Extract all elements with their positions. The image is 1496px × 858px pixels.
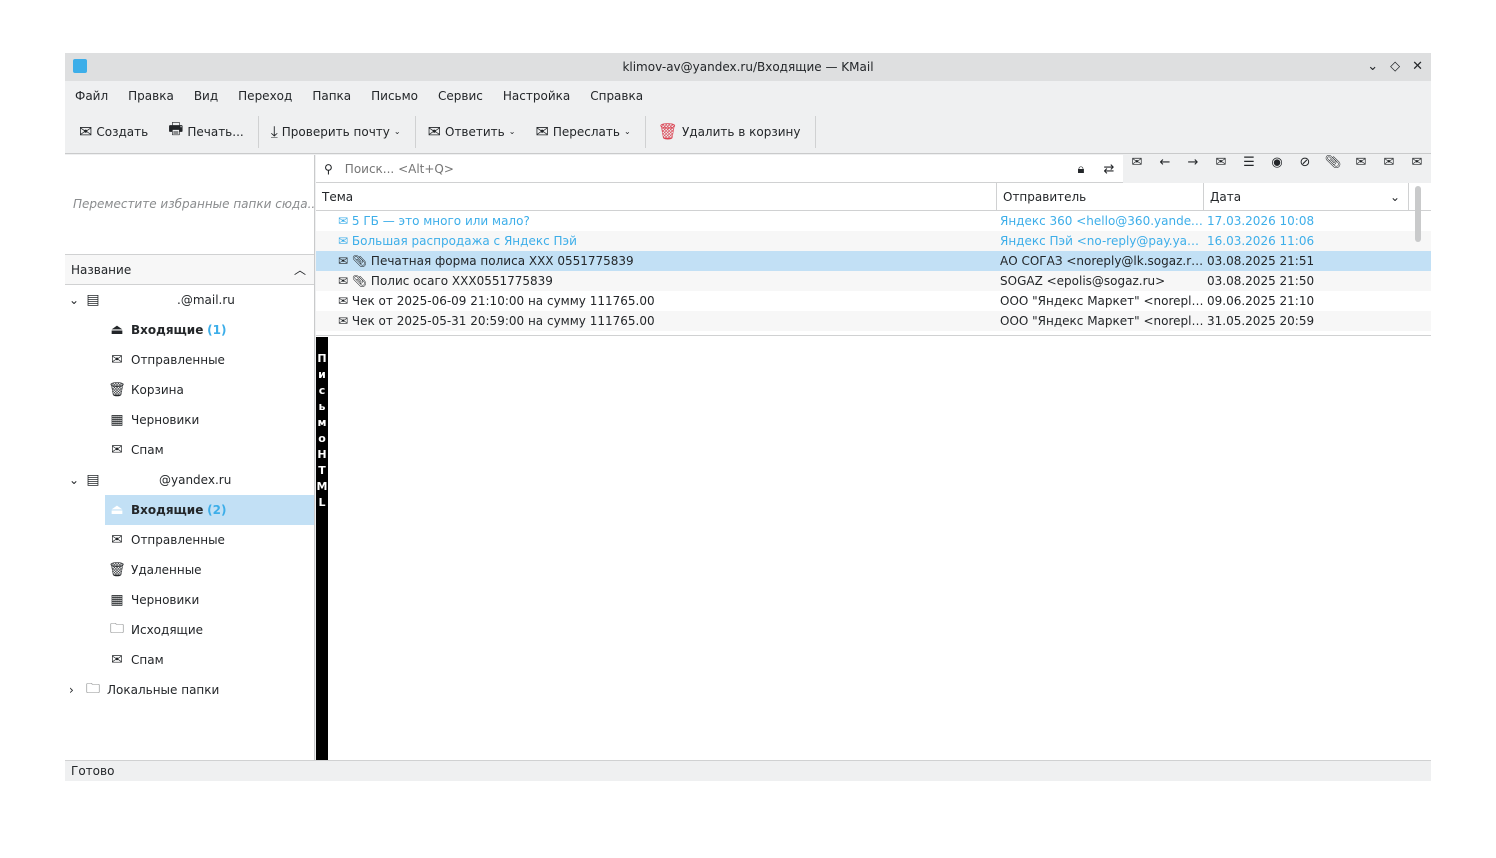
menu-help[interactable]: Справка: [590, 89, 643, 103]
search-icon: ⚲: [324, 161, 333, 176]
window-title: klimov-av@yandex.ru/Входящие — KMail: [622, 60, 874, 74]
new-mail-icon: ✉: [79, 122, 93, 141]
message-row[interactable]: ✉ 5 ГБ — это много или мало? Яндекс 360 <…: [316, 211, 1431, 231]
message-list: ✉ 5 ГБ — это много или мало? Яндекс 360 <…: [316, 211, 1431, 331]
favorites-hint: Переместите избранные папки сюда...: [65, 155, 314, 255]
column-sender[interactable]: Отправитель: [997, 183, 1204, 210]
kmail-window: klimov-av@yandex.ru/Входящие — KMail ⌄ ◇ ✕…: [65, 53, 1431, 781]
unread-filter-icon[interactable]: ✉: [1123, 155, 1151, 183]
title-bar: klimov-av@yandex.ru/Входящие — KMail ⌄ ◇ ✕: [65, 53, 1431, 81]
replied-filter-icon[interactable]: ←: [1151, 155, 1179, 183]
folder-sent[interactable]: ✉ Отправленные: [65, 525, 314, 555]
column-subject[interactable]: Тема: [316, 183, 997, 210]
account-icon: ▤: [86, 472, 100, 488]
chevron-down-icon[interactable]: ⌄: [69, 473, 83, 487]
close-button[interactable]: ✕: [1412, 53, 1423, 81]
message-row[interactable]: ✉ Чек от 2025-05-31 20:59:00 на сумму 11…: [316, 311, 1431, 331]
drafts-icon: ▦: [110, 592, 124, 608]
ignored-filter-icon[interactable]: ⊘: [1291, 155, 1319, 183]
print-button[interactable]: 🖶 Печать...: [168, 118, 243, 145]
folder-inbox-selected[interactable]: ⏏ Входящие (2): [105, 495, 314, 525]
trash-icon: 🗑: [108, 382, 126, 398]
folder-column-header[interactable]: Название ︿: [65, 255, 314, 285]
inbox-icon: ⏏: [110, 322, 124, 338]
watched-filter-icon[interactable]: ◉: [1263, 155, 1291, 183]
invitation-filter-icon[interactable]: ✉: [1347, 155, 1375, 183]
chevron-down-icon: ⌄: [1389, 190, 1400, 204]
delete-button[interactable]: 🗑 Удалить в корзину: [658, 122, 801, 141]
folder-icon: 🗀: [86, 681, 100, 697]
account-mail-ru[interactable]: ⌄ ▤ .@mail.ru: [65, 285, 314, 315]
create-button[interactable]: ✉ Создать: [79, 122, 148, 141]
menu-go[interactable]: Переход: [238, 89, 292, 103]
trash-icon: 🗑: [657, 122, 678, 141]
drafts-icon: ▦: [110, 412, 124, 428]
html-message-indicator: Письмо HTML: [316, 337, 328, 760]
folder-deleted[interactable]: 🗑 Удаленные: [65, 555, 314, 585]
forwarded-filter-icon[interactable]: →: [1179, 155, 1207, 183]
search-input[interactable]: [344, 161, 945, 176]
status-bar: Готово: [65, 760, 1431, 781]
local-folders[interactable]: › 🗀 Локальные папки: [65, 675, 314, 705]
kmail-app-icon: [73, 59, 87, 73]
message-pane: ⚲ 🔒︎⇄ ✉←→✉☰◉⊘📎︎✉✉✉ Тема Отправитель Дата…: [316, 155, 1431, 760]
filter-options-icon[interactable]: ⇄: [1095, 162, 1123, 177]
spam-icon: ✉: [111, 442, 123, 458]
folder-drafts[interactable]: ▦ Черновики: [65, 405, 314, 435]
sent-icon: ✉: [111, 532, 123, 548]
printer-icon: 🖶: [168, 119, 184, 138]
account-yandex-ru[interactable]: ⌄ ▤ @yandex.ru: [65, 465, 314, 495]
ham-filter-icon[interactable]: ✉: [1403, 155, 1431, 183]
check-mail-button[interactable]: ⤓ Проверить почту ⌄: [271, 122, 401, 142]
important-filter-icon[interactable]: ✉: [1207, 155, 1235, 183]
menu-file[interactable]: Файл: [75, 89, 108, 103]
minimize-button[interactable]: ⌄: [1367, 53, 1378, 81]
lock-icon[interactable]: 🔒︎: [1067, 162, 1095, 177]
menu-edit[interactable]: Правка: [128, 89, 174, 103]
menu-settings[interactable]: Настройка: [503, 89, 570, 103]
forward-icon: ✉: [535, 122, 549, 141]
message-row[interactable]: ✉ Большая распродажа с Яндекс Пэй Яндекс …: [316, 231, 1431, 251]
spam-filter-icon[interactable]: ✉: [1375, 155, 1403, 183]
menu-view[interactable]: Вид: [194, 89, 218, 103]
folder-inbox[interactable]: ⏏ Входящие (1): [65, 315, 314, 345]
folder-outbox[interactable]: 🗀 Исходящие: [65, 615, 314, 645]
folder-pane: Переместите избранные папки сюда... Назв…: [65, 155, 315, 760]
spam-icon: ✉: [111, 652, 123, 668]
inbox-download-icon: ⤓: [270, 121, 278, 141]
account-icon: ▤: [86, 292, 100, 308]
menu-folder[interactable]: Папка: [312, 89, 351, 103]
chevron-right-icon[interactable]: ›: [69, 683, 83, 697]
message-list-scrollbar[interactable]: [1415, 186, 1421, 242]
reply-icon: ✉: [427, 122, 441, 141]
sent-icon: ✉: [111, 352, 123, 368]
menu-tools[interactable]: Сервис: [438, 89, 483, 103]
folder-icon: 🗀: [110, 621, 124, 637]
toolbar: ✉ Создать 🖶 Печать... ⤓ Проверить почту ⌄ ✉ О…: [65, 110, 1431, 154]
folder-spam[interactable]: ✉ Спам: [65, 645, 314, 675]
action-item-filter-icon[interactable]: ☰: [1235, 155, 1263, 183]
maximize-button[interactable]: ◇: [1390, 53, 1400, 81]
forward-button[interactable]: ✉ Переслать ⌄: [535, 122, 630, 141]
folder-drafts[interactable]: ▦ Черновики: [65, 585, 314, 615]
folder-trash[interactable]: 🗑 Корзина: [65, 375, 314, 405]
folder-spam[interactable]: ✉ Спам: [65, 435, 314, 465]
inbox-icon: ⏏: [110, 502, 124, 518]
menu-message[interactable]: Письмо: [371, 89, 418, 103]
message-list-header: Тема Отправитель Дата ⌄: [316, 183, 1431, 211]
search-bar: ⚲ 🔒︎⇄ ✉←→✉☰◉⊘📎︎✉✉✉: [316, 155, 1431, 183]
chevron-up-icon: ︿: [293, 263, 306, 277]
folder-sent[interactable]: ✉ Отправленные: [65, 345, 314, 375]
menu-bar: Файл Правка Вид Переход Папка Письмо Сер…: [65, 81, 663, 110]
column-date[interactable]: Дата ⌄: [1204, 183, 1409, 210]
reply-button[interactable]: ✉ Ответить ⌄: [428, 122, 516, 141]
message-row[interactable]: ✉ 📎︎ Полис осаго XXX0551775839 SOGAZ <epo…: [316, 271, 1431, 291]
attachment-filter-icon[interactable]: 📎︎: [1319, 155, 1347, 183]
message-row[interactable]: ✉ Чек от 2025-06-09 21:10:00 на сумму 11…: [316, 291, 1431, 311]
message-row-selected[interactable]: ✉ 📎︎ Печатная форма полиса XXX 055177583…: [316, 251, 1431, 271]
trash-icon: 🗑: [108, 562, 126, 578]
chevron-down-icon[interactable]: ⌄: [69, 293, 83, 307]
folder-tree: ⌄ ▤ .@mail.ru ⏏ Входящие (1) ✉ Отправленные …: [65, 285, 314, 705]
